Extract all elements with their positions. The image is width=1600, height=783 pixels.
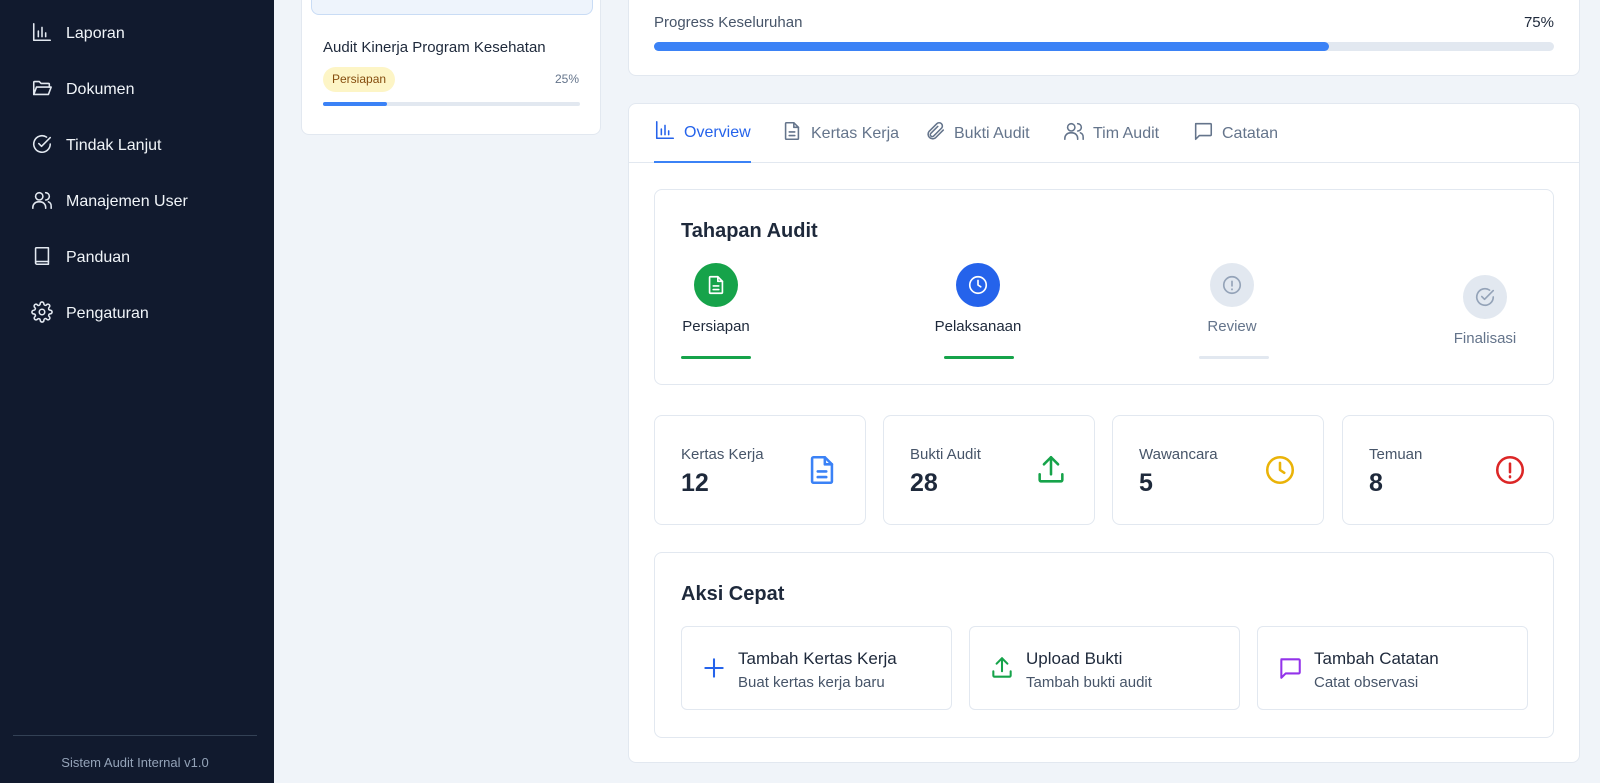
tab-label: Tim Audit (1093, 124, 1160, 142)
stat-label: Kertas Kerja (681, 446, 764, 463)
progress-percent: 75% (1523, 14, 1554, 31)
users-icon (31, 189, 53, 216)
tab-label: Kertas Kerja (811, 124, 900, 142)
app-version: Sistem Audit Internal v1.0 (61, 755, 209, 770)
tab-tim-audit[interactable]: Tim Audit (1063, 104, 1159, 163)
audit-item-progress-bar (323, 102, 580, 106)
document-icon (694, 263, 738, 307)
document-icon (781, 120, 811, 147)
section-title: Aksi Cepat (681, 583, 785, 605)
stage-label: Persiapan (682, 318, 750, 335)
sidebar-item-label: Manajemen User (66, 193, 188, 210)
sidebar-item-label: Laporan (66, 25, 125, 42)
upload-evidence-button[interactable]: Upload Bukti Tambah bukti audit (969, 626, 1240, 710)
document-icon (805, 453, 839, 487)
tab-overview[interactable]: Overview (654, 104, 751, 163)
section-title: Tahapan Audit (681, 220, 818, 242)
tab-label: Bukti Audit (954, 124, 1030, 142)
audit-item-title[interactable]: Audit Kinerja Program Kesehatan (323, 39, 546, 56)
book-icon (31, 245, 53, 272)
stage-finalisasi: Finalisasi (1445, 275, 1525, 347)
overall-progress-card: Progress Keseluruhan 75% (628, 0, 1580, 76)
stat-card-temuan: Temuan 8 (1342, 415, 1554, 525)
sidebar-divider (13, 735, 257, 736)
progress-bar (654, 42, 1554, 51)
paperclip-icon (924, 120, 954, 147)
upload-icon (989, 655, 1015, 681)
stage-indicator (1199, 356, 1269, 359)
alert-circle-icon (1493, 453, 1527, 487)
add-note-button[interactable]: Tambah Catatan Catat observasi (1257, 626, 1528, 710)
stat-value: 12 (681, 469, 709, 497)
progress-label: Progress Keseluruhan (654, 14, 803, 31)
add-working-paper-button[interactable]: Tambah Kertas Kerja Buat kertas kerja ba… (681, 626, 952, 710)
sidebar-item-pengaturan[interactable]: Pengaturan (0, 294, 274, 334)
sidebar: Laporan Dokumen Tindak Lanjut Manajemen … (0, 0, 274, 783)
stage-label: Finalisasi (1453, 330, 1517, 347)
tab-label: Catatan (1222, 124, 1279, 142)
message-icon (1277, 655, 1303, 681)
sidebar-item-manajemen-user[interactable]: Manajemen User (0, 182, 274, 222)
bar-chart-icon (31, 21, 53, 48)
quick-action-subtitle: Tambah bukti audit (1026, 674, 1152, 691)
audit-item-progress-percent: 25% (554, 72, 579, 86)
sidebar-item-label: Pengaturan (66, 305, 149, 322)
audit-item-progress-fill (323, 102, 388, 106)
audit-detail-card: Overview Kertas Kerja Bukti Audit Tim Au… (628, 103, 1580, 763)
audit-list-card: Audit Kinerja Program Kesehatan Persiapa… (301, 0, 601, 135)
stat-label: Bukti Audit (910, 446, 981, 463)
stat-value: 8 (1369, 469, 1383, 497)
stage-indicator (681, 356, 751, 359)
stat-card-wawancara: Wawancara 5 (1112, 415, 1324, 525)
stage-pelaksanaan: Pelaksanaan (933, 263, 1023, 335)
plus-icon (701, 655, 727, 681)
gear-icon (31, 300, 53, 328)
clock-icon (1263, 453, 1297, 487)
stat-card-kertas-kerja: Kertas Kerja 12 (654, 415, 866, 525)
stat-value: 5 (1139, 469, 1153, 497)
stage-review: Review (1197, 263, 1267, 335)
check-circle-icon (31, 133, 53, 160)
progress-fill (654, 42, 1329, 51)
tab-catatan[interactable]: Catatan (1192, 104, 1278, 163)
stage-label: Pelaksanaan (934, 318, 1022, 335)
sidebar-item-label: Panduan (66, 249, 131, 266)
quick-action-title: Tambah Kertas Kerja (738, 649, 897, 668)
status-badge: Persiapan (323, 67, 396, 92)
quick-action-subtitle: Buat kertas kerja baru (738, 674, 885, 691)
stage-indicator (944, 356, 1014, 359)
upload-icon (1034, 453, 1068, 487)
folder-open-icon (31, 77, 53, 104)
sidebar-item-label: Tindak Lanjut (66, 137, 162, 154)
quick-action-title: Tambah Catatan (1314, 649, 1439, 668)
bar-chart-icon (654, 119, 684, 146)
stage-persiapan: Persiapan (681, 263, 751, 335)
list-item-previous[interactable] (311, 0, 593, 15)
stat-value: 28 (910, 469, 938, 497)
sidebar-item-dokumen[interactable]: Dokumen (0, 70, 274, 110)
message-icon (1192, 120, 1222, 147)
sidebar-item-label: Dokumen (66, 81, 135, 98)
sidebar-item-panduan[interactable]: Panduan (0, 238, 274, 278)
clock-icon (956, 263, 1000, 307)
sidebar-item-laporan[interactable]: Laporan (0, 14, 274, 54)
quick-actions-card: Aksi Cepat Tambah Kertas Kerja Buat kert… (654, 552, 1554, 738)
stage-label: Review (1207, 318, 1257, 335)
stat-card-bukti-audit: Bukti Audit 28 (883, 415, 1095, 525)
tab-bar: Overview Kertas Kerja Bukti Audit Tim Au… (629, 104, 1579, 163)
audit-stages-card: Tahapan Audit Persiapan Pelaksanaan Revi… (654, 189, 1554, 385)
stat-label: Wawancara (1139, 446, 1218, 463)
tab-label: Overview (684, 123, 751, 141)
check-circle-icon (1463, 275, 1507, 319)
sidebar-item-tindak-lanjut[interactable]: Tindak Lanjut (0, 126, 274, 166)
users-icon (1063, 120, 1093, 147)
quick-action-title: Upload Bukti (1026, 649, 1123, 668)
quick-action-subtitle: Catat observasi (1314, 674, 1419, 691)
alert-circle-icon (1210, 263, 1254, 307)
tab-bukti-audit[interactable]: Bukti Audit (924, 104, 1030, 163)
stat-label: Temuan (1369, 446, 1423, 463)
tab-kertas-kerja[interactable]: Kertas Kerja (781, 104, 899, 163)
